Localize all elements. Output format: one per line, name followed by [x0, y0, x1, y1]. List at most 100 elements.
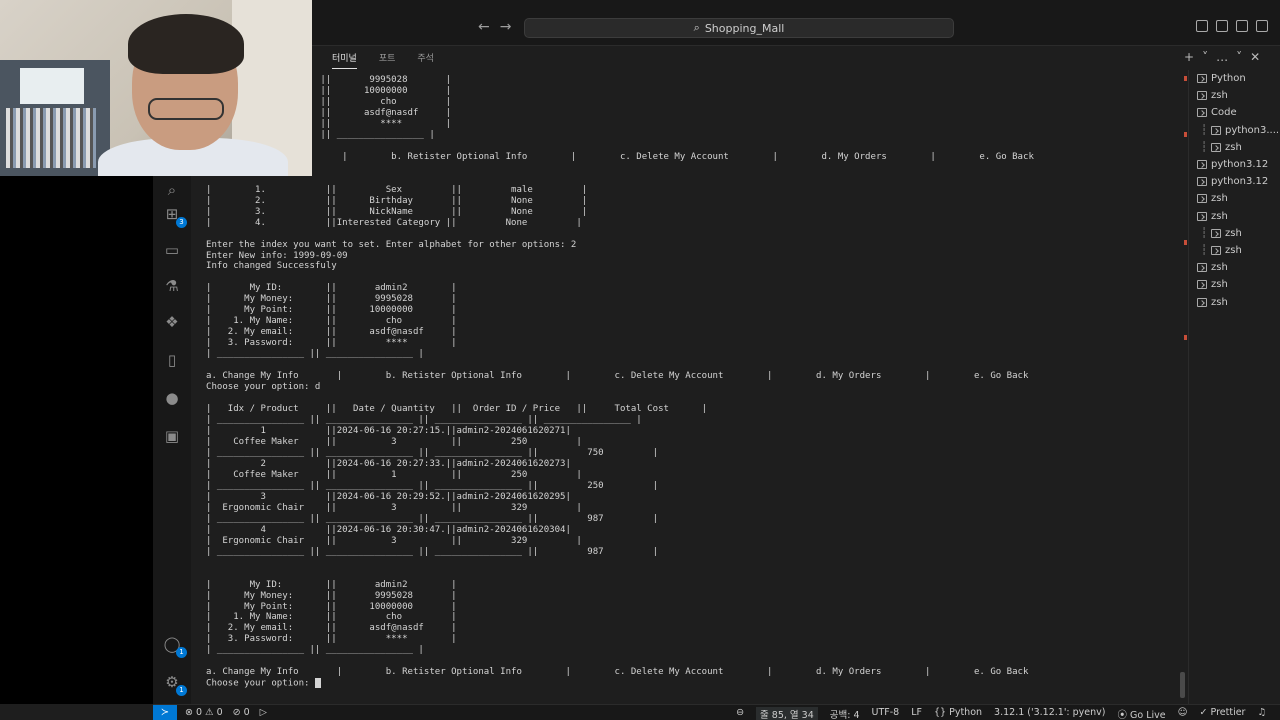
remote-explorer-icon[interactable]: ▭	[162, 240, 182, 260]
activity-bar: ⌕ ⊞ 3 ▭ ⚗ ❖ ▯ ● ▣ ◯ 1 ⚙ 1	[153, 176, 191, 704]
change-marker	[1184, 335, 1187, 340]
terminal-line: | My Money: || 9995028 |	[206, 294, 457, 305]
terminal-list-item[interactable]: zsh	[1197, 193, 1228, 204]
python-interpreter[interactable]: 3.12.1 ('3.12.1': pyenv)	[994, 707, 1105, 720]
language-mode[interactable]: {} Python	[934, 707, 982, 720]
terminal-icon	[1211, 246, 1222, 255]
terminal-list-item[interactable]: zsh	[1197, 211, 1228, 222]
close-panel-icon[interactable]: ✕	[1250, 50, 1268, 64]
terminal-list-label: zsh	[1225, 245, 1242, 256]
extensions-icon[interactable]: ⊞ 3	[162, 204, 187, 228]
terminal-line: | 2. My email: || asdf@nasdf |	[206, 623, 457, 634]
go-live[interactable]: ⦿ Go Live	[1118, 707, 1166, 720]
end-of-line[interactable]: LF	[911, 707, 922, 720]
terminal-list-item[interactable]: ┆ zsh	[1201, 228, 1242, 239]
search-icon: ⌕	[693, 21, 700, 34]
terminal-list-item[interactable]: ┆ zsh	[1201, 142, 1242, 153]
collapse-panel-icon[interactable]: ˅	[1236, 50, 1250, 64]
terminal-icon	[1197, 280, 1207, 290]
terminal-line: | Ergonomic Chair || 3 || 329 |	[206, 535, 582, 546]
nav-arrows[interactable]: ←→	[478, 19, 521, 35]
terminal-line: | 2. My email: || asdf@nasdf |	[206, 327, 457, 338]
terminal-output[interactable]: || 9995028 | || 10000000 | || cho | || a…	[191, 70, 1183, 704]
change-marker	[1184, 76, 1187, 81]
terminal-line: | 4 ||2024-06-16 20:30:47.||admin2-20240…	[206, 524, 571, 535]
chat-icon[interactable]: ▣	[162, 426, 182, 446]
command-center[interactable]: ⌕ Shopping_Mall	[524, 18, 954, 38]
terminal-icon	[1197, 74, 1207, 83]
problems-indicator[interactable]: ⊗ 0 ⚠ 0	[185, 707, 223, 718]
terminal-list-item[interactable]: Code	[1197, 107, 1237, 118]
terminal-line: | 1. || Sex || male |	[206, 184, 588, 195]
terminal-line: | ________________ || ________________ |	[206, 645, 424, 656]
terminal-line: a. Go back	[206, 163, 1034, 174]
encoding[interactable]: UTF-8	[872, 707, 900, 720]
terminal-line: | ________________ || ________________ |…	[206, 513, 659, 524]
terminal-list-item[interactable]: python3.12	[1197, 176, 1268, 187]
terminal-line: || ________________ |	[206, 129, 435, 140]
zoom-icon[interactable]: ⊖	[736, 707, 744, 720]
terminal-list-item[interactable]: zsh	[1197, 262, 1228, 273]
terminal-list-label: zsh	[1225, 227, 1242, 239]
terminal-list-item[interactable]: zsh	[1197, 297, 1228, 308]
terminal-line: | My ID: || admin2 |	[206, 283, 457, 294]
ports-indicator[interactable]: ⊘ 0	[233, 707, 250, 718]
terminal-dropdown-icon[interactable]: ˅	[1202, 50, 1216, 64]
cursor-position[interactable]: 줄 85, 열 34	[756, 707, 818, 720]
terminal-list-label: zsh	[1211, 210, 1228, 222]
status-bar: ≻ ⊗ 0 ⚠ 0 ⊘ 0 ▷ ⊖ 줄 85, 열 34 공백: 4 UTF-8…	[153, 704, 1280, 720]
terminal-line: a. Change My Info | b. Retister Optional…	[206, 371, 1029, 382]
run-icon[interactable]: ▷	[260, 707, 267, 718]
terminal-line: | Coffee Maker || 3 || 250 |	[206, 436, 582, 447]
customize-layout-icon[interactable]	[1256, 20, 1268, 32]
terminal-list-item[interactable]: Python	[1197, 73, 1246, 84]
tab-ports[interactable]: 포트	[379, 47, 396, 69]
bookmark-icon[interactable]: ▯	[162, 350, 182, 370]
docker-icon[interactable]: ●	[162, 388, 182, 408]
terminal-list-label: zsh	[1211, 296, 1228, 308]
terminal-line: Choose your option: d	[206, 382, 321, 393]
terminal-line: | ________________ || ________________ |…	[206, 447, 659, 458]
terminal-list-label: Code	[1211, 107, 1237, 119]
tab-comments[interactable]: 주석	[417, 47, 434, 69]
terminal-list-item[interactable]: zsh	[1197, 279, 1228, 290]
terminal-list-label: zsh	[1211, 90, 1228, 102]
terminal-line: | 1 ||2024-06-16 20:27:15.||admin2-20240…	[206, 426, 571, 436]
search-activity-icon[interactable]: ⌕	[162, 180, 182, 200]
notifications-icon[interactable]: ♫	[1257, 707, 1266, 720]
more-actions-icon[interactable]: …	[1216, 50, 1236, 64]
layout-controls	[1196, 20, 1268, 32]
toggle-sidebar-icon[interactable]	[1196, 20, 1208, 32]
accounts-icon[interactable]: ◯ 1	[162, 634, 187, 658]
manage-gear-icon[interactable]: ⚙ 1	[162, 672, 187, 696]
remote-indicator-icon[interactable]: ≻	[153, 705, 177, 720]
terminal-list-label: python3.12	[1211, 176, 1269, 188]
terminal-line: | Coffee Maker || 1 || 250 |	[206, 469, 582, 480]
testing-icon[interactable]: ⚗	[162, 276, 182, 296]
terminal-line: | 3 ||2024-06-16 20:29:52.||admin2-20240…	[206, 491, 571, 502]
terminal-list: Python zsh Code ┆ python3.... ┆ zsh python3.12 p…	[1188, 70, 1280, 704]
prettier[interactable]: ✓ Prettier	[1200, 707, 1246, 720]
toggle-secondary-sidebar-icon[interactable]	[1236, 20, 1248, 32]
terminal-list-item[interactable]: zsh	[1197, 90, 1228, 101]
terminal-list-item[interactable]: ┆ python3....	[1201, 125, 1279, 136]
terminal-line: | 2. || Birthday || None |	[206, 195, 588, 206]
new-terminal-icon[interactable]: +	[1184, 50, 1202, 64]
tab-terminal[interactable]: 터미널	[332, 47, 357, 69]
terminal-list-item[interactable]: python3.12	[1197, 159, 1268, 170]
terminal-scrollbar[interactable]	[1180, 672, 1185, 698]
webcam-books	[6, 108, 96, 168]
terminal-line: | ________________ || ________________ |…	[206, 415, 642, 426]
terminal-icon	[1211, 142, 1222, 152]
copilot-icon[interactable]: ☺	[1178, 707, 1188, 720]
python-icon[interactable]: ❖	[162, 312, 182, 332]
terminal-list-item[interactable]: ┆ zsh	[1201, 245, 1242, 256]
indentation[interactable]: 공백: 4	[830, 707, 860, 720]
change-marker	[1184, 132, 1187, 137]
terminal-line: Choose your option:	[206, 678, 1034, 689]
toggle-panel-icon[interactable]	[1216, 20, 1228, 32]
